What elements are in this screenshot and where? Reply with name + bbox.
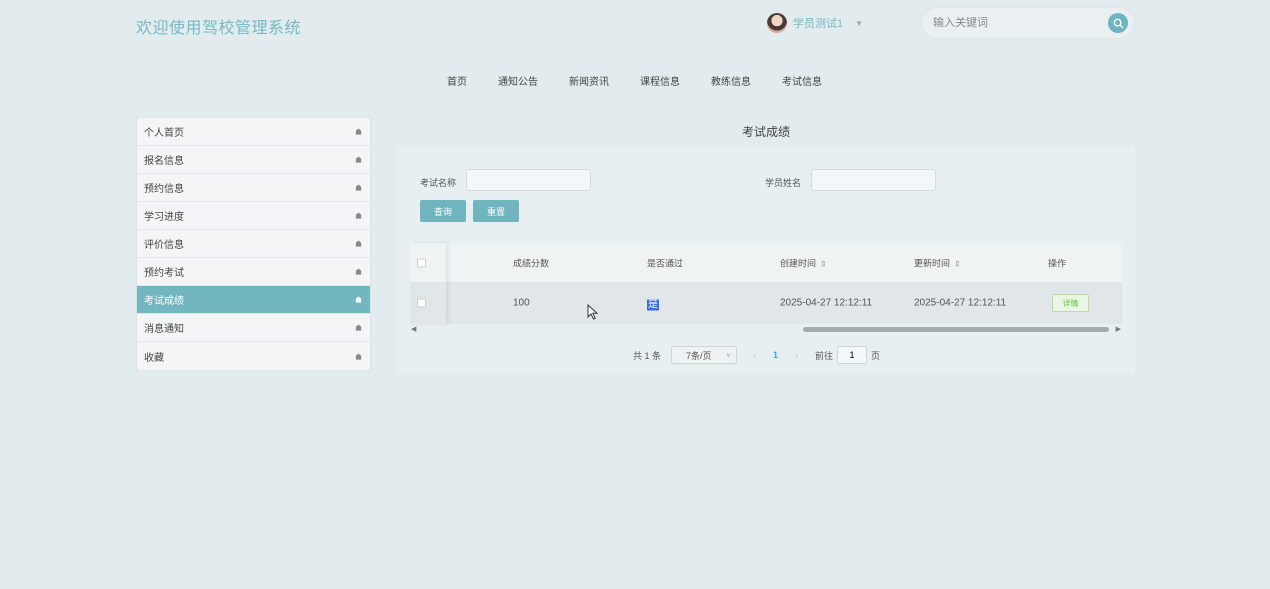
column-header-action: 操作 <box>1048 258 1067 268</box>
select-all-checkbox[interactable] <box>417 258 426 267</box>
home-icon <box>355 156 362 163</box>
exam-name-label: 考试名称 <box>420 178 457 188</box>
horizontal-scrollbar[interactable]: ◀ ▶ <box>410 326 1122 333</box>
home-icon <box>355 240 362 247</box>
page-title: 考试成绩 <box>741 125 790 139</box>
home-icon <box>355 324 362 331</box>
home-icon <box>355 296 362 303</box>
passed-cell: 是 <box>647 296 659 311</box>
home-icon <box>355 352 362 360</box>
chevron-down-icon[interactable]: ▼ <box>855 19 863 28</box>
user-menu[interactable]: 学员测试1 ▼ <box>767 13 863 33</box>
page: 欢迎使用驾校管理系统 学员测试1 ▼ 首页 通知公告 新闻资讯 课程信息 教练信… <box>0 0 1270 589</box>
sidebar-item-label: 预约考试 <box>144 268 184 279</box>
page-size-value: 7条/页 <box>686 350 712 361</box>
column-header-label: 创建时间 <box>780 258 817 268</box>
next-page-icon[interactable]: › <box>795 350 798 360</box>
page-suffix: 页 <box>871 350 881 361</box>
user-name[interactable]: 学员测试1 <box>793 15 843 31</box>
sidebar-item-favorites[interactable]: 收藏 <box>137 342 370 370</box>
nav-item-exams[interactable]: 考试信息 <box>782 73 822 88</box>
chevron-down-icon: ∨ <box>725 352 732 359</box>
updated-cell: 2025-04-27 12:12:11 <box>914 297 1007 309</box>
sidebar-item-progress[interactable]: 学习进度 <box>137 202 370 230</box>
page-number[interactable]: 1 <box>773 350 778 360</box>
top-nav: 首页 通知公告 新闻资讯 课程信息 教练信息 考试信息 <box>447 73 853 88</box>
nav-item-notices[interactable]: 通知公告 <box>498 73 538 88</box>
sidebar-item-label: 考试成绩 <box>144 296 184 307</box>
column-header-updated[interactable]: 更新时间 ⇕ <box>914 256 961 269</box>
search-box <box>921 7 1135 39</box>
table-header: 成绩分数 是否通过 创建时间 ⇕ 更新时间 ⇕ 操作 <box>410 243 1122 282</box>
sidebar-item-reviews[interactable]: 评价信息 <box>137 230 370 258</box>
sidebar: 个人首页 报名信息 预约信息 学习进度 评价信息 预约考试 考试成绩 消息通知 <box>136 117 371 371</box>
sort-icon[interactable]: ⇕ <box>954 259 961 268</box>
student-name-label: 学员姓名 <box>765 178 802 188</box>
goto-page-input[interactable] <box>837 346 868 364</box>
sidebar-item-messages[interactable]: 消息通知 <box>137 314 370 342</box>
exam-name-input[interactable] <box>466 169 591 191</box>
sidebar-item-exam-booking[interactable]: 预约考试 <box>137 258 370 286</box>
detail-button[interactable]: 详情 <box>1052 294 1089 312</box>
created-cell: 2025-04-27 12:12:11 <box>780 297 873 309</box>
total-count: 共 1 条 <box>633 350 662 361</box>
home-icon <box>355 212 362 219</box>
scroll-right-icon[interactable]: ▶ <box>1116 325 1121 333</box>
search-input[interactable] <box>933 17 1103 29</box>
passed-value: 是 <box>647 299 659 311</box>
column-header-score: 成绩分数 <box>513 258 550 268</box>
search-button[interactable] <box>1108 13 1128 33</box>
scores-table: 成绩分数 是否通过 创建时间 ⇕ 更新时间 ⇕ 操作 100 是 2025-04-2… <box>410 243 1122 324</box>
prev-page-icon[interactable]: ‹ <box>753 350 756 360</box>
column-header-label: 更新时间 <box>914 258 951 268</box>
sidebar-item-profile[interactable]: 个人首页 <box>137 118 370 146</box>
home-icon <box>355 268 362 275</box>
sidebar-item-label: 收藏 <box>144 352 164 364</box>
goto-label: 前往 <box>815 350 834 361</box>
student-name-input[interactable] <box>811 169 936 191</box>
sidebar-item-registration[interactable]: 报名信息 <box>137 146 370 174</box>
sort-icon[interactable]: ⇕ <box>820 259 827 268</box>
nav-item-coaches[interactable]: 教练信息 <box>711 73 751 88</box>
home-icon <box>355 184 362 191</box>
sidebar-item-label: 个人首页 <box>144 128 184 139</box>
home-icon <box>355 128 362 135</box>
sidebar-item-label: 报名信息 <box>144 156 184 167</box>
pagination: 共 1 条 7条/页 ∨ ‹ 1 › 前往 页 <box>633 346 880 364</box>
row-checkbox[interactable] <box>417 298 426 308</box>
content-panel: 考试名称 学员姓名 查询 重置 成绩分数 是否通过 创建时间 ⇕ 更新时间 ⇕ 操作 <box>397 146 1135 374</box>
scroll-left-icon[interactable]: ◀ <box>411 325 416 333</box>
nav-item-news[interactable]: 新闻资讯 <box>569 73 609 88</box>
mouse-cursor-icon <box>587 304 598 320</box>
site-title: 欢迎使用驾校管理系统 <box>136 20 302 37</box>
sidebar-item-exam-scores[interactable]: 考试成绩 <box>137 286 370 314</box>
query-button[interactable]: 查询 <box>420 200 466 222</box>
column-header-created[interactable]: 创建时间 ⇕ <box>780 256 827 269</box>
sidebar-item-reservations[interactable]: 预约信息 <box>137 174 370 202</box>
sidebar-item-label: 预约信息 <box>144 184 184 195</box>
nav-item-courses[interactable]: 课程信息 <box>640 73 680 88</box>
reset-button[interactable]: 重置 <box>473 200 519 222</box>
sidebar-item-label: 评价信息 <box>144 240 184 251</box>
page-size-select[interactable]: 7条/页 ∨ <box>671 346 738 364</box>
table-row: 100 是 2025-04-27 12:12:11 2025-04-27 12:… <box>410 282 1122 324</box>
sidebar-item-label: 消息通知 <box>144 324 184 335</box>
search-icon <box>1113 18 1123 28</box>
nav-item-home[interactable]: 首页 <box>447 73 467 88</box>
scrollbar-thumb[interactable] <box>803 327 1109 332</box>
sidebar-item-label: 学习进度 <box>144 212 184 223</box>
score-cell: 100 <box>513 297 530 309</box>
column-header-passed: 是否通过 <box>647 258 684 268</box>
avatar[interactable] <box>767 13 787 33</box>
